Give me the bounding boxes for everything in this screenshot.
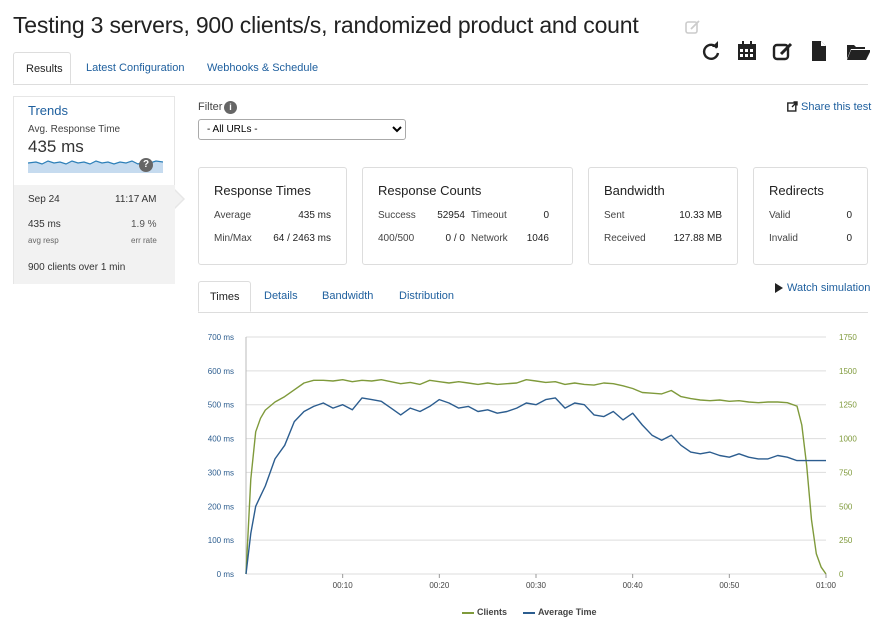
tab-times[interactable]: Times (198, 281, 251, 312)
received-label: Received (604, 233, 646, 244)
y-left-tick-label: 0 ms (217, 570, 234, 579)
valid-value: 0 (846, 210, 852, 221)
y-right-tick-label: 750 (839, 468, 853, 477)
status-value: 0 / 0 (445, 233, 465, 244)
timeout-label: Timeout (471, 210, 507, 221)
legend-average-time[interactable]: Average Time (523, 607, 597, 617)
response-counts-title: Response Counts (378, 183, 482, 198)
edit-title-icon[interactable] (684, 18, 702, 36)
help-icon[interactable]: ? (139, 158, 153, 172)
y-left-tick-label: 100 ms (208, 536, 234, 545)
tab-distribution[interactable]: Distribution (388, 281, 465, 312)
invalid-value: 0 (846, 233, 852, 244)
selected-run[interactable]: Sep 24 11:17 AM 435 ms avg resp 1.9 % er… (14, 185, 175, 284)
trends-title[interactable]: Trends (28, 103, 68, 118)
success-label: Success (378, 210, 416, 221)
network-label: Network (471, 233, 508, 244)
timeout-value: 0 (543, 210, 549, 221)
x-tick-label: 00:40 (623, 581, 644, 590)
status-label: 400/500 (378, 233, 415, 244)
run-date: Sep 24 (28, 194, 60, 205)
redirects-card: Redirects Valid 0 Invalid 0 (753, 167, 868, 265)
tab-results[interactable]: Results (13, 52, 71, 84)
share-test-link[interactable]: Share this test (801, 101, 871, 113)
url-filter-select[interactable]: - All URLs - (198, 119, 406, 140)
run-time: 11:17 AM (115, 194, 157, 205)
minmax-value: 64 / 2463 ms (273, 233, 331, 244)
y-left-tick-label: 700 ms (208, 333, 234, 342)
success-value: 52954 (437, 210, 465, 221)
run-err-rate-label: err rate (131, 236, 157, 245)
x-tick-label: 01:00 (816, 581, 837, 590)
run-clients-count: 900 (28, 262, 45, 273)
invalid-label: Invalid (769, 233, 798, 244)
legend-clients-label: Clients (477, 607, 508, 617)
received-value: 127.88 MB (673, 233, 722, 244)
response-times-title: Response Times (214, 183, 311, 198)
x-tick-label: 00:20 (429, 581, 450, 590)
filter-label: Filter (198, 101, 223, 113)
page-title: Testing 3 servers, 900 clients/s, random… (13, 12, 639, 38)
bandwidth-title: Bandwidth (604, 183, 665, 198)
run-err-rate: 1.9 % (131, 219, 157, 230)
y-right-tick-label: 0 (839, 570, 844, 579)
response-times-chart: 0 ms 100 ms 200 ms 300 ms 400 ms 500 ms 600 ms… (208, 333, 858, 590)
sent-label: Sent (604, 210, 625, 221)
y-left-tick-label: 500 ms (208, 401, 234, 410)
response-times-card: Response Times Average 435 ms Min/Max 64… (198, 167, 347, 265)
trends-sidebar: Trends Avg. Response Time 435 ms ? Sep 2… (13, 96, 175, 284)
y-right-tick-label: 1500 (839, 367, 857, 376)
clients-series-line (245, 379, 827, 575)
bandwidth-card: Bandwidth Sent 10.33 MB Received 127.88 … (588, 167, 738, 265)
run-avg-resp: 435 ms (28, 219, 61, 230)
redirects-title: Redirects (769, 183, 824, 198)
tab-latest-configuration[interactable]: Latest Configuration (74, 52, 196, 84)
share-icon[interactable] (787, 101, 798, 112)
y-right-tick-label: 1750 (839, 333, 857, 342)
tab-details[interactable]: Details (253, 281, 309, 312)
average-time-series-line (245, 397, 826, 575)
valid-label: Valid (769, 210, 791, 221)
main-tabs: Results Latest Configuration Webhooks & … (13, 52, 868, 85)
y-right-tick-label: 1250 (839, 401, 857, 410)
minmax-label: Min/Max (214, 233, 252, 244)
average-value: 435 ms (298, 210, 331, 221)
y-right-tick-label: 500 (839, 502, 853, 511)
y-left-tick-label: 400 ms (208, 435, 234, 444)
y-right-tick-label: 250 (839, 536, 853, 545)
run-clients: 900 clients over 1 min (28, 262, 125, 273)
chart-legend: Clients Average Time (462, 607, 597, 617)
y-right-tick-label: 1000 (839, 435, 857, 444)
average-label: Average (214, 210, 252, 221)
y-left-tick-label: 600 ms (208, 367, 234, 376)
run-clients-text: clients over 1 min (47, 262, 126, 273)
run-avg-resp-label: avg resp (28, 236, 59, 245)
x-tick-label: 00:10 (333, 581, 354, 590)
chart-tabs: Times Details Bandwidth Distribution (198, 281, 868, 313)
tab-webhooks-schedule[interactable]: Webhooks & Schedule (195, 52, 330, 84)
play-icon[interactable] (775, 283, 783, 293)
network-value: 1046 (526, 233, 549, 244)
response-counts-card: Response Counts Success 52954 Timeout 0 … (362, 167, 573, 265)
legend-average-time-label: Average Time (538, 607, 597, 617)
x-tick-label: 00:50 (719, 581, 740, 590)
y-left-tick-label: 200 ms (208, 502, 234, 511)
selected-run-arrow-inner (174, 190, 183, 208)
info-icon[interactable]: i (224, 101, 237, 114)
watch-simulation-link[interactable]: Watch simulation (787, 282, 870, 294)
y-left-tick-label: 300 ms (208, 468, 234, 477)
trends-value: 435 ms (28, 137, 84, 156)
sent-value: 10.33 MB (679, 210, 722, 221)
trends-subtitle: Avg. Response Time (28, 124, 121, 135)
x-tick-label: 00:30 (526, 581, 547, 590)
legend-clients[interactable]: Clients (462, 607, 507, 617)
tab-bandwidth[interactable]: Bandwidth (311, 281, 384, 312)
